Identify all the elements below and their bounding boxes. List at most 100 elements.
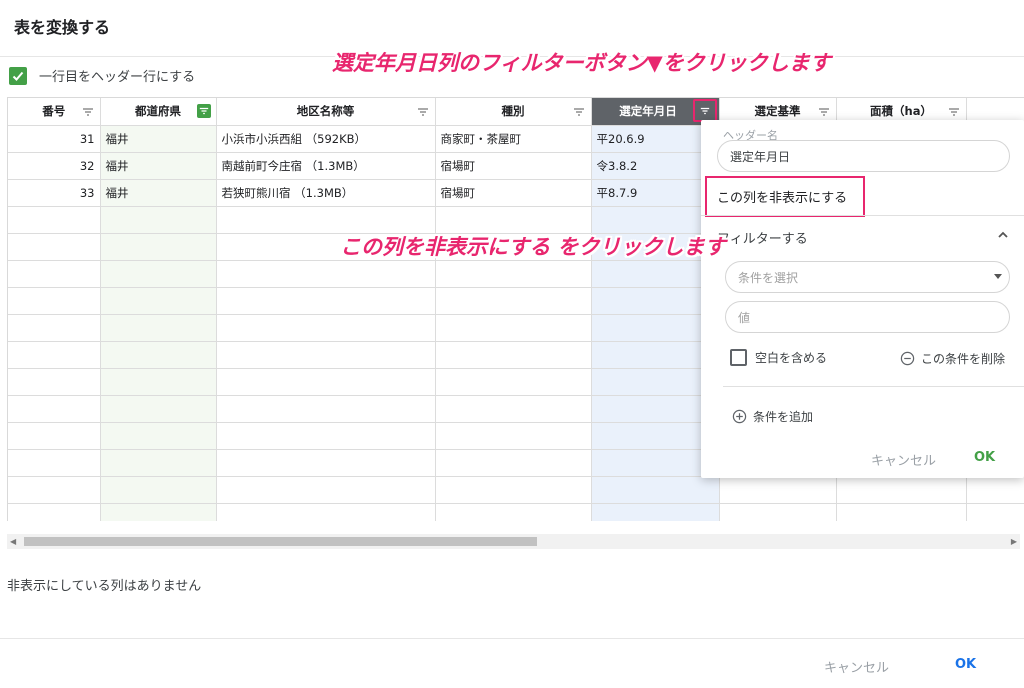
dropdown-arrow-icon[interactable]	[994, 274, 1002, 279]
table-cell[interactable]	[216, 260, 436, 288]
header-name-input[interactable]: 選定年月日	[717, 140, 1010, 172]
table-cell[interactable]	[591, 503, 720, 521]
table-cell[interactable]	[591, 395, 720, 423]
column-header-type[interactable]: 種別	[435, 98, 592, 126]
table-cell[interactable]	[591, 341, 720, 369]
filter-icon[interactable]	[573, 106, 585, 118]
include-blank-checkbox[interactable]	[730, 349, 747, 366]
table-cell[interactable]: 小浜市小浜西組 （592KB）	[216, 125, 436, 153]
table-cell[interactable]	[435, 422, 592, 450]
table-cell[interactable]	[8, 260, 101, 288]
table-cell[interactable]	[591, 476, 720, 504]
table-cell[interactable]	[216, 422, 436, 450]
table-cell[interactable]: 南越前町今庄宿 （1.3MB）	[216, 152, 436, 180]
filter-icon[interactable]	[417, 106, 429, 118]
table-cell[interactable]	[435, 476, 592, 504]
table-cell[interactable]	[719, 476, 837, 504]
table-cell[interactable]	[216, 287, 436, 315]
table-cell[interactable]: 33	[8, 179, 101, 207]
column-header-district[interactable]: 地区名称等	[216, 98, 436, 126]
table-cell[interactable]	[100, 476, 217, 504]
table-cell[interactable]	[435, 368, 592, 396]
table-cell[interactable]	[8, 449, 101, 477]
condition-select[interactable]: 条件を選択	[725, 261, 1010, 293]
include-blank-option[interactable]: 空白を含める	[730, 349, 827, 366]
popup-ok-button[interactable]: OK	[974, 450, 995, 465]
table-cell[interactable]	[100, 287, 217, 315]
table-cell[interactable]	[591, 260, 720, 288]
popup-cancel-button[interactable]: キャンセル	[871, 450, 936, 469]
table-cell[interactable]: 令3.8.2	[591, 152, 720, 180]
table-cell[interactable]	[216, 206, 436, 234]
table-cell[interactable]: 宿場町	[435, 179, 592, 207]
table-cell[interactable]	[591, 422, 720, 450]
table-cell[interactable]	[435, 260, 592, 288]
table-cell[interactable]	[100, 314, 217, 342]
table-cell[interactable]	[8, 476, 101, 504]
column-header-number[interactable]: 番号	[8, 98, 101, 126]
table-cell[interactable]	[8, 368, 101, 396]
table-cell[interactable]	[435, 449, 592, 477]
table-cell[interactable]	[8, 422, 101, 450]
scroll-left-icon[interactable]: ◀	[10, 537, 16, 546]
table-cell[interactable]	[100, 368, 217, 396]
table-cell[interactable]	[8, 503, 101, 521]
table-cell[interactable]	[100, 341, 217, 369]
filter-active-icon[interactable]	[196, 104, 211, 118]
table-cell[interactable]	[216, 314, 436, 342]
table-cell[interactable]	[435, 314, 592, 342]
table-cell[interactable]	[216, 449, 436, 477]
footer-cancel-button[interactable]: キャンセル	[824, 657, 889, 676]
column-header-prefecture[interactable]: 都道府県	[100, 98, 217, 126]
table-cell[interactable]	[8, 395, 101, 423]
table-cell[interactable]	[216, 368, 436, 396]
table-cell[interactable]: 平20.6.9	[591, 125, 720, 153]
footer-ok-button[interactable]: OK	[955, 657, 976, 672]
table-cell[interactable]	[100, 260, 217, 288]
table-cell[interactable]	[216, 341, 436, 369]
table-cell[interactable]	[100, 206, 217, 234]
table-cell[interactable]	[591, 368, 720, 396]
table-cell[interactable]	[8, 287, 101, 315]
table-cell[interactable]	[591, 449, 720, 477]
table-cell[interactable]: 福井	[100, 179, 217, 207]
scrollbar-thumb[interactable]	[24, 537, 537, 546]
horizontal-scrollbar[interactable]: ◀ ▶	[7, 534, 1020, 549]
table-cell[interactable]	[8, 233, 101, 261]
table-cell[interactable]	[966, 503, 1024, 521]
hide-column-button[interactable]: この列を非表示にする	[705, 176, 865, 217]
table-cell[interactable]	[100, 503, 217, 521]
table-cell[interactable]	[100, 233, 217, 261]
header-row-option[interactable]: 一行目をヘッダー行にする	[9, 66, 195, 85]
filter-icon[interactable]	[818, 106, 830, 118]
table-cell[interactable]	[836, 503, 967, 521]
table-cell[interactable]: 宿場町	[435, 152, 592, 180]
value-input[interactable]: 値	[725, 301, 1010, 333]
table-cell[interactable]	[719, 503, 837, 521]
header-row-checkbox[interactable]	[9, 66, 27, 85]
table-cell[interactable]: 32	[8, 152, 101, 180]
delete-condition-button[interactable]: この条件を削除	[900, 350, 1005, 367]
filter-button-highlighted[interactable]	[692, 99, 717, 122]
table-cell[interactable]	[216, 503, 436, 521]
table-cell[interactable]: 福井	[100, 152, 217, 180]
table-cell[interactable]	[435, 287, 592, 315]
table-cell[interactable]	[435, 206, 592, 234]
table-cell[interactable]: 商家町・茶屋町	[435, 125, 592, 153]
table-cell[interactable]	[100, 449, 217, 477]
table-cell[interactable]	[216, 395, 436, 423]
table-cell[interactable]: 若狭町熊川宿 （1.3MB）	[216, 179, 436, 207]
table-cell[interactable]	[591, 206, 720, 234]
filter-icon[interactable]	[82, 106, 94, 118]
column-header-selection-date[interactable]: 選定年月日	[591, 98, 720, 126]
table-cell[interactable]	[435, 395, 592, 423]
table-cell[interactable]	[8, 206, 101, 234]
scroll-right-icon[interactable]: ▶	[1011, 537, 1017, 546]
filter-section-label[interactable]: フィルターする	[717, 228, 808, 247]
table-cell[interactable]	[216, 476, 436, 504]
table-cell[interactable]	[435, 341, 592, 369]
table-cell[interactable]	[100, 395, 217, 423]
table-cell[interactable]: 福井	[100, 125, 217, 153]
table-cell[interactable]	[966, 476, 1024, 504]
chevron-up-icon[interactable]	[996, 228, 1010, 242]
